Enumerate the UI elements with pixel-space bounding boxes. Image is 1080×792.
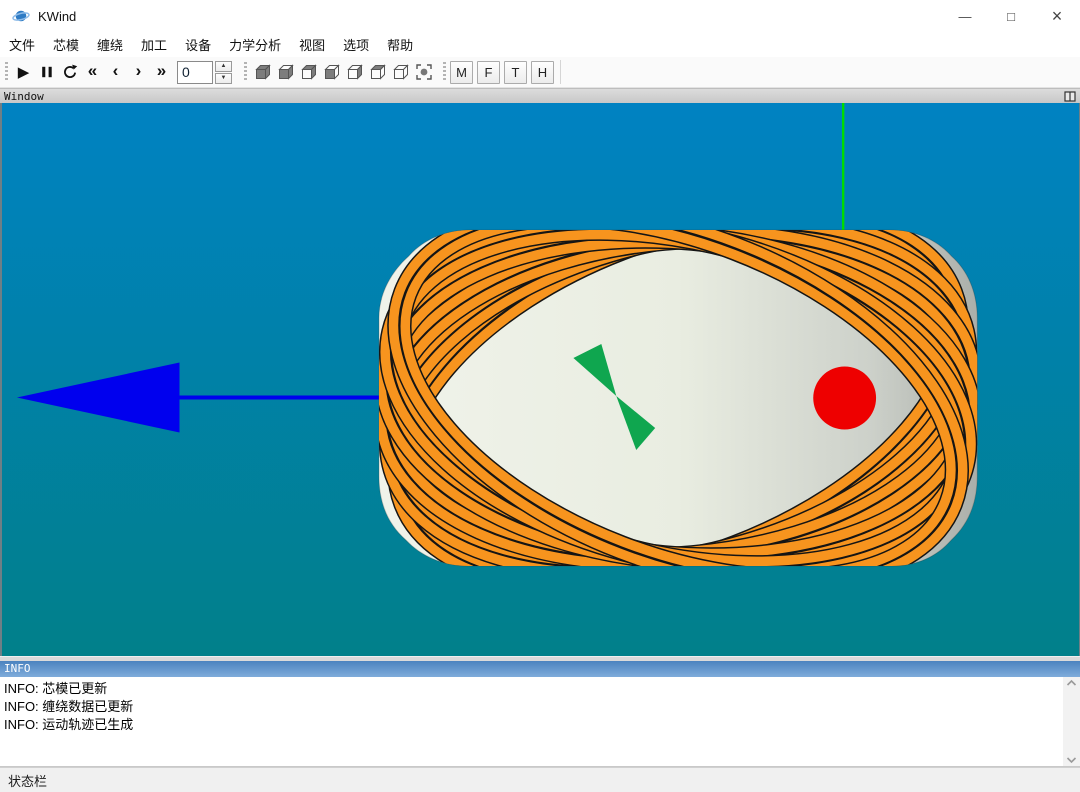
step-forward-button[interactable]: › [127,60,150,84]
menu-item-mandrel[interactable]: 芯模 [44,32,88,57]
frame-spin-down-button[interactable]: ▼ [215,73,232,84]
menu-item-winding[interactable]: 缠绕 [88,32,132,57]
menu-item-view[interactable]: 视图 [290,32,334,57]
minimize-button[interactable]: — [942,0,988,32]
app-logo-icon [12,7,30,25]
play-button[interactable]: ▶ [12,60,35,84]
title-bar: KWind — □ × [0,0,1080,32]
scroll-up-icon [1065,679,1078,687]
mode-button-f[interactable]: F [477,61,500,84]
toolbar-grip[interactable] [3,62,9,82]
view-cube-top-right-button[interactable] [297,60,320,84]
refresh-icon [61,63,79,81]
payout-marker [813,367,876,430]
view-cube-front-button[interactable] [320,60,343,84]
log-scrollbar[interactable] [1063,677,1080,766]
mdi-caption: Window [4,90,44,103]
pause-icon [39,64,55,80]
log-line: INFO: 芯模已更新 [4,680,1059,698]
maximize-button[interactable]: □ [988,0,1034,32]
view-cube-iso-solid-button[interactable] [251,60,274,84]
window-controls: — □ × [942,0,1080,32]
status-bar: 状态栏 [0,767,1080,792]
log-line: INFO: 缠绕数据已更新 [4,698,1059,716]
frame-input[interactable] [177,61,213,84]
view-cube-right-icon [345,62,365,82]
viewport-svg [2,103,1079,656]
step-back-button[interactable]: ‹ [104,60,127,84]
zoom-extents-icon [414,62,434,82]
menu-item-file[interactable]: 文件 [0,32,44,57]
view-cube-right-button[interactable] [343,60,366,84]
rewind-start-button[interactable]: « [81,60,104,84]
scroll-down-icon [1065,756,1078,764]
toolbar-separator [560,60,561,84]
view-cube-wireframe-button[interactable] [389,60,412,84]
view-cube-front-icon [322,62,342,82]
view-cube-iso-solid-icon [253,62,273,82]
window-title: KWind [38,9,76,24]
forward-end-button[interactable]: » [150,60,173,84]
view-cube-top-icon [368,62,388,82]
mdi-restore-icon [1064,91,1076,102]
log-line: INFO: 运动轨迹已生成 [4,716,1059,734]
refresh-button[interactable] [58,60,81,84]
menu-item-options[interactable]: 选项 [334,32,378,57]
mode-button-t[interactable]: T [504,61,527,84]
menu-item-mechanics-analysis[interactable]: 力学分析 [220,32,290,57]
info-panel: INFO: 芯模已更新 INFO: 缠绕数据已更新 INFO: 运动轨迹已生成 [0,677,1080,767]
menu-item-equipment[interactable]: 设备 [176,32,220,57]
mode-button-m[interactable]: M [450,61,473,84]
app-window: KWind — □ × 文件 芯模 缠绕 加工 设备 力学分析 视图 选项 帮助… [0,0,1080,792]
mdi-caption-bar: Window [0,88,1080,103]
menu-item-help[interactable]: 帮助 [378,32,422,57]
frame-spinner: ▲ ▼ [177,61,232,84]
view-cube-front-right-icon [276,62,296,82]
log-list: INFO: 芯模已更新 INFO: 缠绕数据已更新 INFO: 运动轨迹已生成 [0,677,1063,766]
view-cube-wireframe-icon [391,62,411,82]
tool-bar: ▶ « ‹ › » ▲ ▼ M F T H [0,57,1080,88]
view-cube-top-right-icon [299,62,319,82]
info-panel-caption: INFO [0,661,1080,677]
status-text: 状态栏 [8,771,47,790]
toolbar-grip[interactable] [441,62,447,82]
mdi-restore-button[interactable] [1064,91,1076,102]
toolbar-grip[interactable] [242,62,248,82]
view-cube-front-right-button[interactable] [274,60,297,84]
viewport-3d[interactable] [0,103,1080,656]
frame-spin-up-button[interactable]: ▲ [215,61,232,72]
zoom-extents-button[interactable] [412,60,435,84]
close-button[interactable]: × [1034,0,1080,32]
menu-bar: 文件 芯模 缠绕 加工 设备 力学分析 视图 选项 帮助 [0,32,1080,57]
pause-button[interactable] [35,60,58,84]
menu-item-machining[interactable]: 加工 [132,32,176,57]
view-cube-group [251,60,435,84]
mode-button-h[interactable]: H [531,61,554,84]
view-cube-top-button[interactable] [366,60,389,84]
